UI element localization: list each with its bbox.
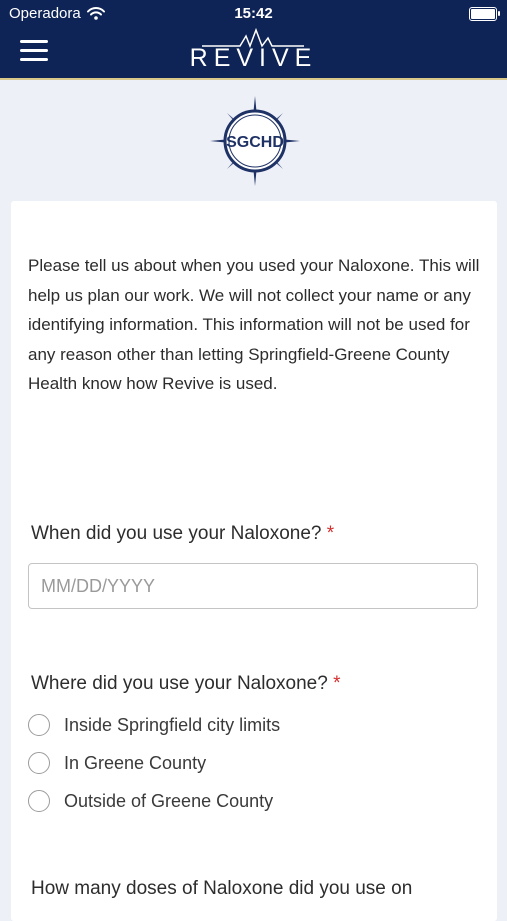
radio-label: Outside of Greene County	[64, 790, 274, 811]
required-mark: *	[326, 523, 335, 544]
question-date-text: When did you use your Naloxone?	[31, 523, 322, 544]
svg-text:SGCHD: SGCHD	[226, 134, 284, 151]
radio-option-outside-greene[interactable]: Outside of Greene County	[28, 790, 273, 812]
status-time: 15:42	[234, 5, 273, 22]
survey-card: Please tell us about when you used your …	[11, 201, 497, 921]
intro-text: Please tell us about when you used your …	[28, 256, 480, 393]
heartbeat-icon	[202, 28, 304, 49]
radio-label: Inside Springfield city limits	[64, 714, 281, 735]
radio-button[interactable]	[28, 790, 50, 812]
battery-icon	[469, 7, 500, 21]
brand-logo: REVIVE	[0, 28, 507, 73]
app-header: Operadora 15:42 REVIVE	[0, 0, 507, 80]
question-doses-text: How many doses of Naloxone did you use o…	[31, 878, 413, 899]
radio-button[interactable]	[28, 752, 50, 774]
required-mark: *	[333, 673, 341, 694]
question-date-label: When did you use your Naloxone? *	[31, 523, 334, 545]
date-input[interactable]	[28, 563, 478, 609]
radio-option-greene-county[interactable]: In Greene County	[28, 752, 206, 774]
question-location-text: Where did you use your Naloxone?	[31, 673, 328, 694]
radio-option-springfield[interactable]: Inside Springfield city limits	[28, 714, 280, 736]
question-doses-label: How many doses of Naloxone did you use o…	[31, 878, 412, 900]
sgchd-logo: SGCHD	[210, 96, 300, 186]
radio-label: In Greene County	[64, 752, 207, 773]
question-location-label: Where did you use your Naloxone? *	[31, 673, 340, 695]
radio-button[interactable]	[28, 714, 50, 736]
